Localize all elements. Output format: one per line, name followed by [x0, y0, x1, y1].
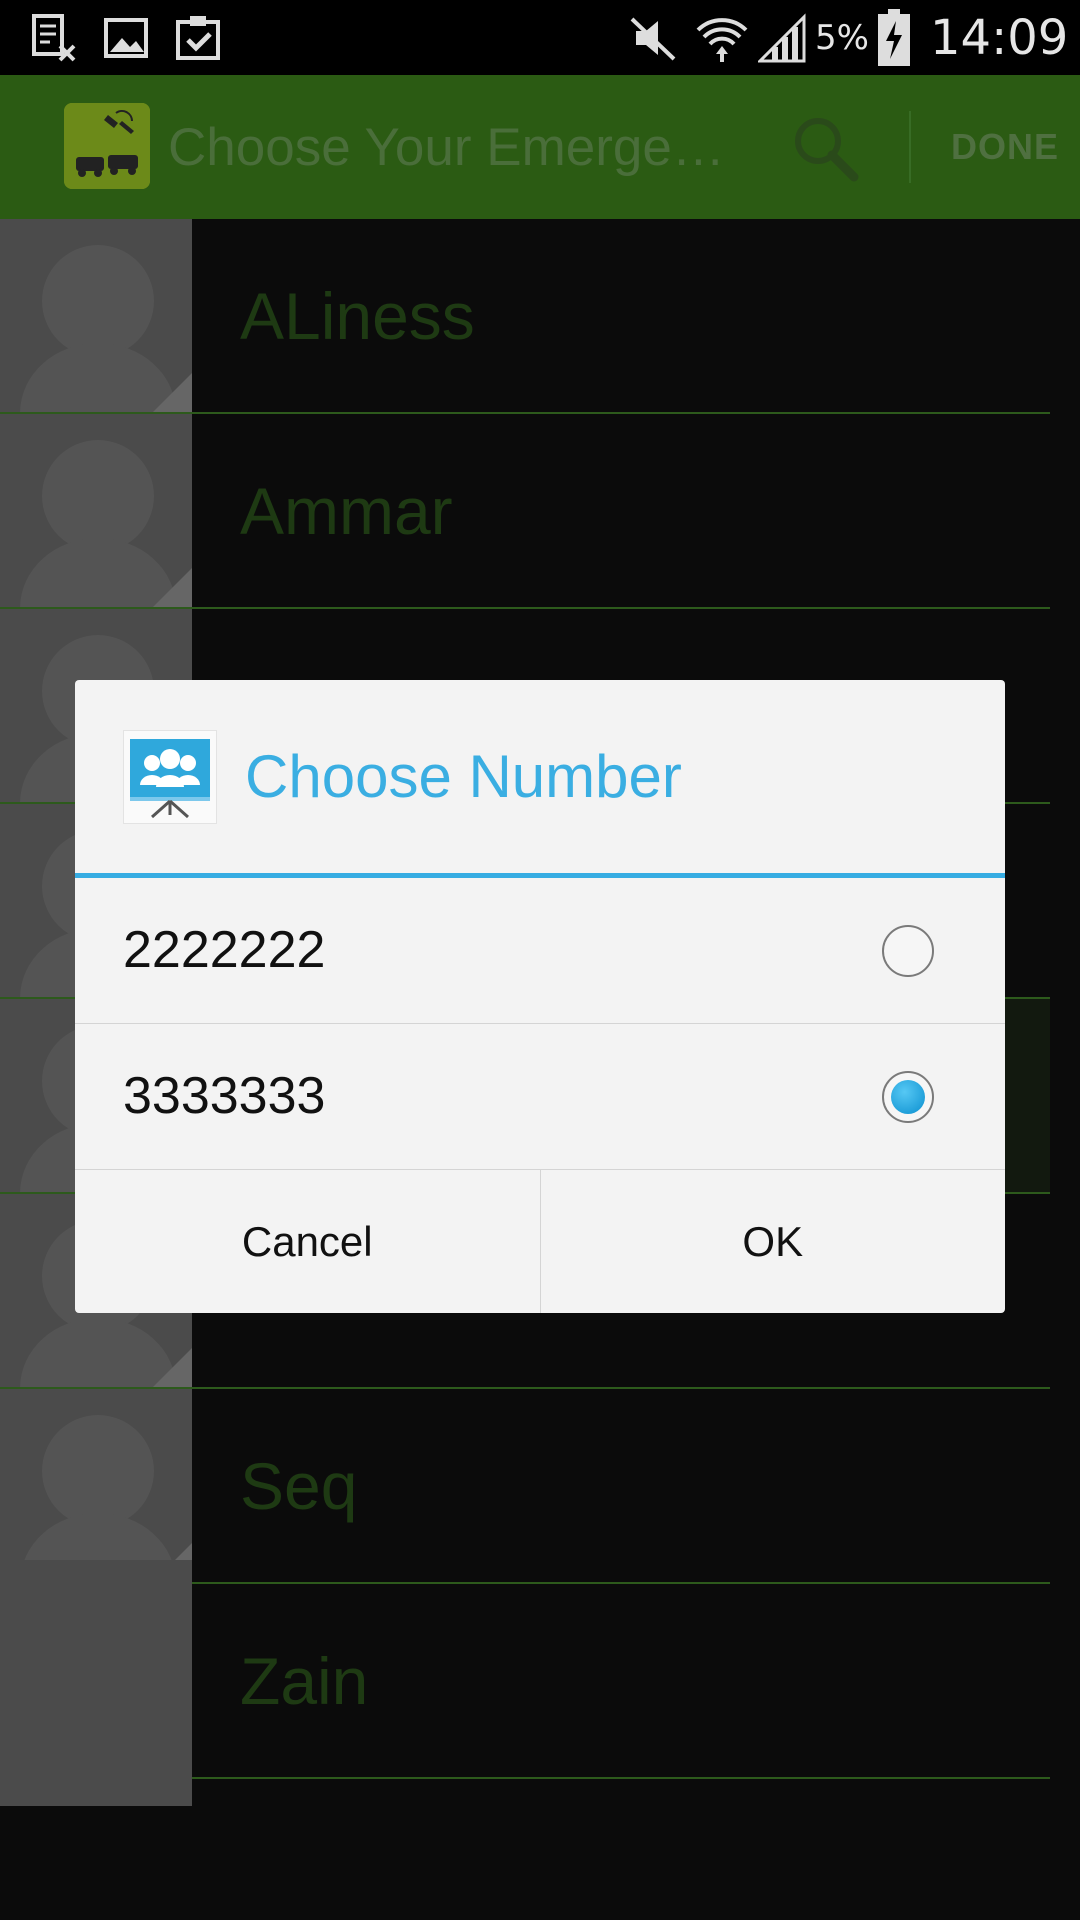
contact-row[interactable]: ALiness	[0, 219, 1080, 414]
page-title: Choose Your Emerge…	[168, 117, 725, 177]
contact-row[interactable]: Ammar	[0, 414, 1080, 609]
contacts-group-icon	[123, 730, 217, 824]
action-bar: Choose Your Emerge… DONE	[0, 75, 1080, 219]
clock: 14:09	[930, 9, 1069, 66]
choose-number-dialog: Choose Number 2222222 3333333 Cancel OK	[75, 680, 1005, 1313]
status-bar: 5% 14:09	[0, 0, 1080, 75]
signal-icon	[758, 0, 808, 75]
dialog-header: Choose Number	[75, 680, 1005, 873]
mute-icon	[628, 0, 678, 75]
contact-name: Seq	[240, 1449, 358, 1523]
done-button[interactable]: DONE	[930, 75, 1080, 219]
dialog-buttons: Cancel OK	[75, 1170, 1005, 1313]
divider	[192, 1777, 1050, 1779]
avatar-column-end	[0, 1560, 192, 1806]
sim-card-error-icon	[28, 0, 80, 75]
wifi-icon	[694, 0, 750, 75]
search-icon[interactable]	[788, 111, 864, 187]
avatar	[0, 219, 192, 413]
option-number: 2222222	[123, 921, 326, 979]
contact-row[interactable]: Seq	[0, 1389, 1080, 1584]
radio-button-selected[interactable]	[882, 1071, 934, 1123]
number-option[interactable]: 3333333	[75, 1024, 1005, 1170]
avatar	[0, 1389, 192, 1583]
number-option[interactable]: 2222222	[75, 878, 1005, 1024]
contact-name: Ammar	[240, 474, 453, 548]
gallery-icon	[102, 0, 150, 75]
dialog-title: Choose Number	[245, 743, 682, 810]
ok-button[interactable]: OK	[539, 1170, 1006, 1313]
radio-button[interactable]	[882, 925, 934, 977]
contact-name: Zain	[240, 1644, 369, 1718]
radio-dot	[891, 1080, 925, 1114]
clipboard-check-icon	[172, 0, 224, 75]
cancel-button[interactable]: Cancel	[75, 1170, 540, 1313]
option-number: 3333333	[123, 1067, 326, 1125]
app-logo-icon	[64, 103, 150, 189]
battery-percent: 5%	[815, 17, 869, 58]
battery-charging-icon	[876, 0, 912, 75]
action-divider	[909, 111, 911, 183]
avatar	[0, 414, 192, 608]
contact-name: ALiness	[240, 279, 475, 353]
